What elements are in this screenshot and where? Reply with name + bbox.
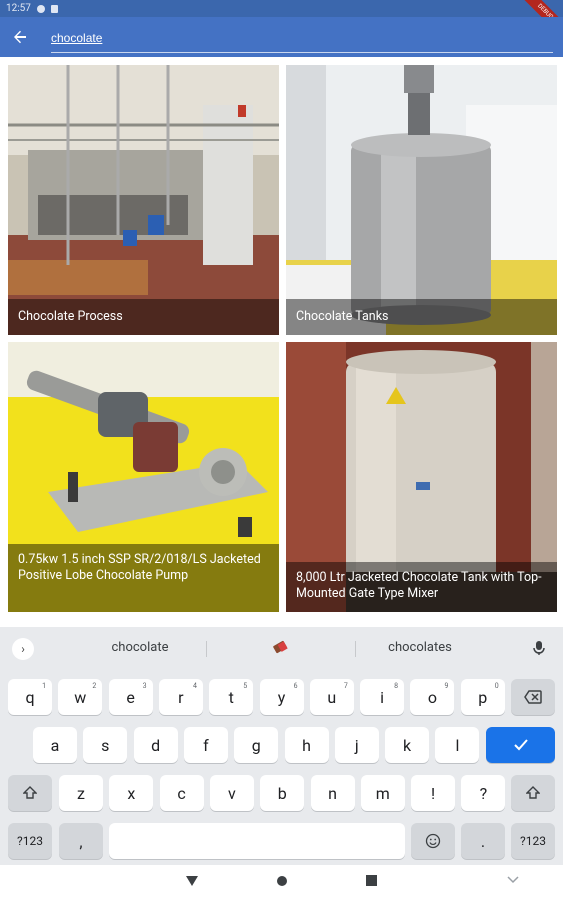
key-i[interactable]: i8: [360, 679, 405, 715]
expand-suggestions-button[interactable]: ›: [12, 638, 34, 660]
result-card-chocolate-tanks[interactable]: Chocolate Tanks: [286, 65, 557, 335]
space-key[interactable]: [109, 823, 405, 859]
result-caption: Chocolate Tanks: [286, 299, 557, 335]
emoji-icon: [425, 833, 441, 849]
shift-icon: [23, 786, 37, 799]
suggestion-2[interactable]: chocolates: [350, 638, 490, 658]
key-t[interactable]: t5: [209, 679, 254, 715]
key-u[interactable]: u7: [309, 679, 354, 715]
key-v[interactable]: v: [209, 775, 254, 811]
shift-icon: [526, 786, 540, 799]
key-y[interactable]: y6: [259, 679, 304, 715]
backspace-icon: [524, 690, 542, 704]
result-caption: 8,000 Ltr Jacketed Chocolate Tank with T…: [286, 562, 557, 612]
mic-icon[interactable]: [530, 639, 548, 657]
key-d[interactable]: d: [133, 727, 178, 763]
status-bar: 12:57: [0, 0, 563, 17]
key-question[interactable]: ?: [461, 775, 506, 811]
key-r[interactable]: r4: [158, 679, 203, 715]
comma-key[interactable]: ,: [59, 823, 103, 859]
result-caption: Chocolate Process: [8, 299, 279, 335]
key-n[interactable]: n: [310, 775, 355, 811]
key-l[interactable]: l: [435, 727, 480, 763]
suggestion-emoji[interactable]: [260, 638, 300, 658]
backspace-key[interactable]: [511, 679, 555, 715]
nav-home-icon[interactable]: [276, 875, 288, 887]
key-f[interactable]: f: [183, 727, 228, 763]
key-e[interactable]: e3: [108, 679, 153, 715]
result-card-chocolate-process[interactable]: Chocolate Process: [8, 65, 279, 335]
done-key[interactable]: [486, 727, 555, 763]
symbols-key-left[interactable]: ?123: [8, 823, 52, 859]
key-j[interactable]: j: [334, 727, 379, 763]
chevron-right-icon: ›: [21, 642, 25, 656]
status-time: 12:57: [6, 3, 31, 14]
result-card-jacketed-tank[interactable]: 8,000 Ltr Jacketed Chocolate Tank with T…: [286, 342, 557, 612]
back-button[interactable]: [8, 25, 32, 49]
search-field[interactable]: [51, 23, 553, 53]
key-k[interactable]: k: [385, 727, 430, 763]
key-p[interactable]: p0: [460, 679, 505, 715]
symbols-key-right[interactable]: ?123: [511, 823, 555, 859]
key-o[interactable]: o9: [410, 679, 455, 715]
back-arrow-icon: [14, 30, 26, 44]
result-card-lobe-pump[interactable]: 0.75kw 1.5 inch SSP SR/2/018/LS Jacketed…: [8, 342, 279, 612]
key-x[interactable]: x: [109, 775, 154, 811]
sim-icon: [50, 4, 58, 13]
key-a[interactable]: a: [33, 727, 77, 763]
app-bar: [0, 17, 563, 57]
suggestion-divider: [206, 641, 207, 657]
suggestion-1[interactable]: chocolate: [60, 638, 220, 658]
chocolate-emoji-icon: [273, 640, 288, 654]
system-nav-bar: [0, 865, 563, 900]
key-h[interactable]: h: [284, 727, 329, 763]
result-image: [286, 65, 557, 335]
key-z[interactable]: z: [59, 775, 103, 811]
result-caption: 0.75kw 1.5 inch SSP SR/2/018/LS Jacketed…: [8, 544, 279, 612]
shift-key-left[interactable]: [8, 775, 52, 811]
nav-back-icon[interactable]: [185, 875, 199, 887]
nav-recents-icon[interactable]: [366, 875, 377, 886]
notification-icon: [36, 4, 45, 13]
search-input[interactable]: [51, 23, 553, 52]
key-q[interactable]: q1: [8, 679, 52, 715]
key-b[interactable]: b: [260, 775, 305, 811]
result-image: [8, 65, 279, 335]
keyboard-hide-icon[interactable]: [507, 875, 519, 885]
key-m[interactable]: m: [360, 775, 405, 811]
keyboard: › chocolate chocolates ?123 , . ?123 q 1…: [0, 627, 563, 865]
suggestion-strip: › chocolate chocolates: [0, 627, 563, 669]
key-g[interactable]: g: [234, 727, 279, 763]
key-s[interactable]: s: [83, 727, 128, 763]
checkmark-icon: [513, 739, 528, 751]
period-key[interactable]: .: [461, 823, 505, 859]
key-exclamation[interactable]: !: [411, 775, 456, 811]
shift-key-right[interactable]: [511, 775, 555, 811]
key-c[interactable]: c: [159, 775, 204, 811]
results-grid: Chocolate Process Chocolate Tanks 0.75kw…: [0, 57, 563, 627]
key-w[interactable]: w2: [58, 679, 103, 715]
emoji-key[interactable]: [411, 823, 455, 859]
